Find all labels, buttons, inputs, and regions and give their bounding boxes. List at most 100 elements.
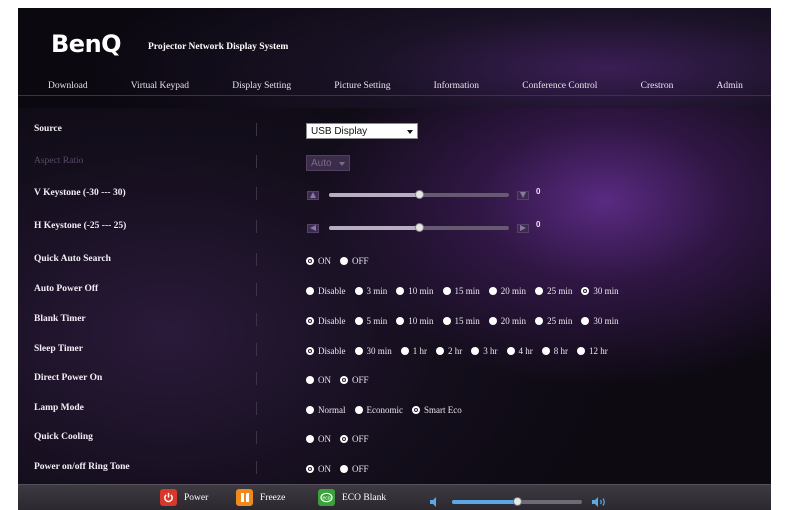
speaker-low-icon[interactable] (430, 492, 440, 510)
sleep-timer-option[interactable]: 3 hr (471, 346, 498, 356)
aspect-ratio-select[interactable]: Auto (306, 155, 350, 171)
radio-button[interactable] (306, 376, 314, 384)
lamp-mode-option[interactable]: Normal (306, 405, 346, 415)
quick-auto-search-option[interactable]: OFF (340, 256, 369, 266)
nav-information[interactable]: Information (434, 81, 479, 91)
freeze-label: Freeze (260, 492, 286, 503)
auto-power-off-option[interactable]: 30 min (581, 286, 619, 296)
eco-blank-button[interactable]: eco ECO Blank (318, 489, 386, 506)
nav-admin[interactable]: Admin (717, 81, 743, 91)
v-keystone-increase-button[interactable] (517, 190, 529, 200)
h-keystone-decrease-button[interactable] (307, 223, 319, 233)
radio-label: ON (318, 464, 331, 474)
radio-button[interactable] (340, 257, 348, 265)
sleep-timer-option[interactable]: 8 hr (541, 346, 568, 356)
radio-button[interactable] (354, 287, 363, 295)
blank-timer-option[interactable]: 30 min (581, 316, 619, 326)
divider (256, 461, 257, 474)
blank-timer-option[interactable]: 15 min (442, 316, 480, 326)
blank-timer-option[interactable]: 25 min (535, 316, 572, 326)
radio-label: 25 min (547, 286, 573, 296)
auto-power-off-option[interactable]: Disable (306, 286, 346, 296)
radio-button[interactable] (488, 317, 497, 325)
sleep-timer-option[interactable]: 4 hr (506, 346, 533, 356)
radio-button[interactable] (354, 317, 363, 325)
h-keystone-increase-button[interactable] (517, 223, 529, 233)
v-keystone-decrease-button[interactable] (307, 190, 319, 200)
radio-button[interactable] (400, 347, 409, 355)
radio-button[interactable] (306, 347, 314, 355)
radio-button[interactable] (442, 317, 451, 325)
freeze-button[interactable]: Freeze (236, 489, 285, 506)
radio-button[interactable] (306, 317, 314, 325)
nav-virtual-keypad[interactable]: Virtual Keypad (131, 81, 189, 91)
sleep-timer-option[interactable]: 12 hr (577, 346, 608, 356)
direct-power-on-option[interactable]: OFF (340, 375, 369, 385)
blank-timer-option[interactable]: 10 min (396, 316, 434, 326)
volume-slider[interactable] (452, 496, 582, 506)
nav-display-setting[interactable]: Display Setting (232, 81, 291, 91)
blank-timer-option[interactable]: Disable (306, 316, 346, 326)
radio-button[interactable] (506, 347, 515, 355)
sleep-timer-option[interactable]: 30 min (354, 346, 392, 356)
auto-power-off-option[interactable]: 25 min (535, 286, 572, 296)
divider (256, 283, 257, 296)
radio-button[interactable] (340, 465, 348, 473)
radio-button[interactable] (306, 435, 314, 443)
row-auto-power-off: Auto Power Off Disable 3 min 10 min 15 min 2… (18, 281, 771, 301)
radio-button[interactable] (412, 406, 420, 414)
h-keystone-track[interactable] (329, 223, 509, 232)
auto-power-off-option[interactable]: 20 min (488, 286, 526, 296)
speaker-high-icon[interactable] (592, 492, 608, 510)
nav-crestron[interactable]: Crestron (641, 81, 674, 91)
auto-power-off-option[interactable]: 10 min (396, 286, 434, 296)
volume-thumb[interactable] (512, 496, 522, 506)
v-keystone-track[interactable] (329, 190, 509, 199)
radio-button[interactable] (577, 347, 586, 355)
direct-power-on-option[interactable]: ON (306, 375, 331, 385)
sleep-timer-option[interactable]: Disable (306, 346, 346, 356)
radio-button[interactable] (471, 347, 480, 355)
system-title: Projector Network Display System (148, 42, 289, 52)
radio-button[interactable] (354, 347, 363, 355)
pause-icon (236, 489, 253, 506)
radio-button[interactable] (535, 287, 544, 295)
lamp-mode-option[interactable]: Economic (354, 405, 403, 415)
radio-button[interactable] (306, 465, 314, 473)
nav-download[interactable]: Download (48, 81, 88, 91)
quick-auto-search-option[interactable]: ON (306, 256, 331, 266)
sleep-timer-option[interactable]: 2 hr (436, 346, 462, 356)
radio-button[interactable] (340, 435, 348, 443)
v-keystone-thumb[interactable] (414, 190, 424, 199)
radio-button[interactable] (340, 376, 348, 384)
radio-button[interactable] (442, 287, 451, 295)
radio-button[interactable] (581, 317, 590, 325)
radio-button[interactable] (306, 257, 314, 265)
radio-button[interactable] (535, 317, 544, 325)
quick-cooling-option[interactable]: OFF (340, 434, 369, 444)
auto-power-off-option[interactable]: 15 min (442, 286, 480, 296)
radio-button[interactable] (396, 287, 405, 295)
radio-label: ON (318, 434, 331, 444)
ring-tone-option[interactable]: OFF (340, 464, 369, 474)
radio-button[interactable] (488, 287, 497, 295)
radio-button[interactable] (396, 317, 405, 325)
radio-button[interactable] (541, 347, 550, 355)
h-keystone-thumb[interactable] (414, 223, 424, 232)
ring-tone-option[interactable]: ON (306, 464, 331, 474)
blank-timer-option[interactable]: 20 min (488, 316, 526, 326)
lamp-mode-option[interactable]: Smart Eco (412, 405, 462, 415)
radio-button[interactable] (306, 287, 314, 295)
source-select[interactable]: USB Display (306, 123, 418, 139)
nav-conference-control[interactable]: Conference Control (522, 81, 597, 91)
radio-button[interactable] (354, 406, 363, 414)
blank-timer-option[interactable]: 5 min (354, 316, 387, 326)
radio-button[interactable] (581, 287, 590, 295)
radio-button[interactable] (436, 347, 445, 355)
auto-power-off-option[interactable]: 3 min (354, 286, 387, 296)
nav-picture-setting[interactable]: Picture Setting (334, 81, 390, 91)
sleep-timer-option[interactable]: 1 hr (400, 346, 427, 356)
radio-button[interactable] (306, 406, 314, 414)
quick-cooling-option[interactable]: ON (306, 434, 331, 444)
power-button[interactable]: Power (160, 489, 208, 506)
